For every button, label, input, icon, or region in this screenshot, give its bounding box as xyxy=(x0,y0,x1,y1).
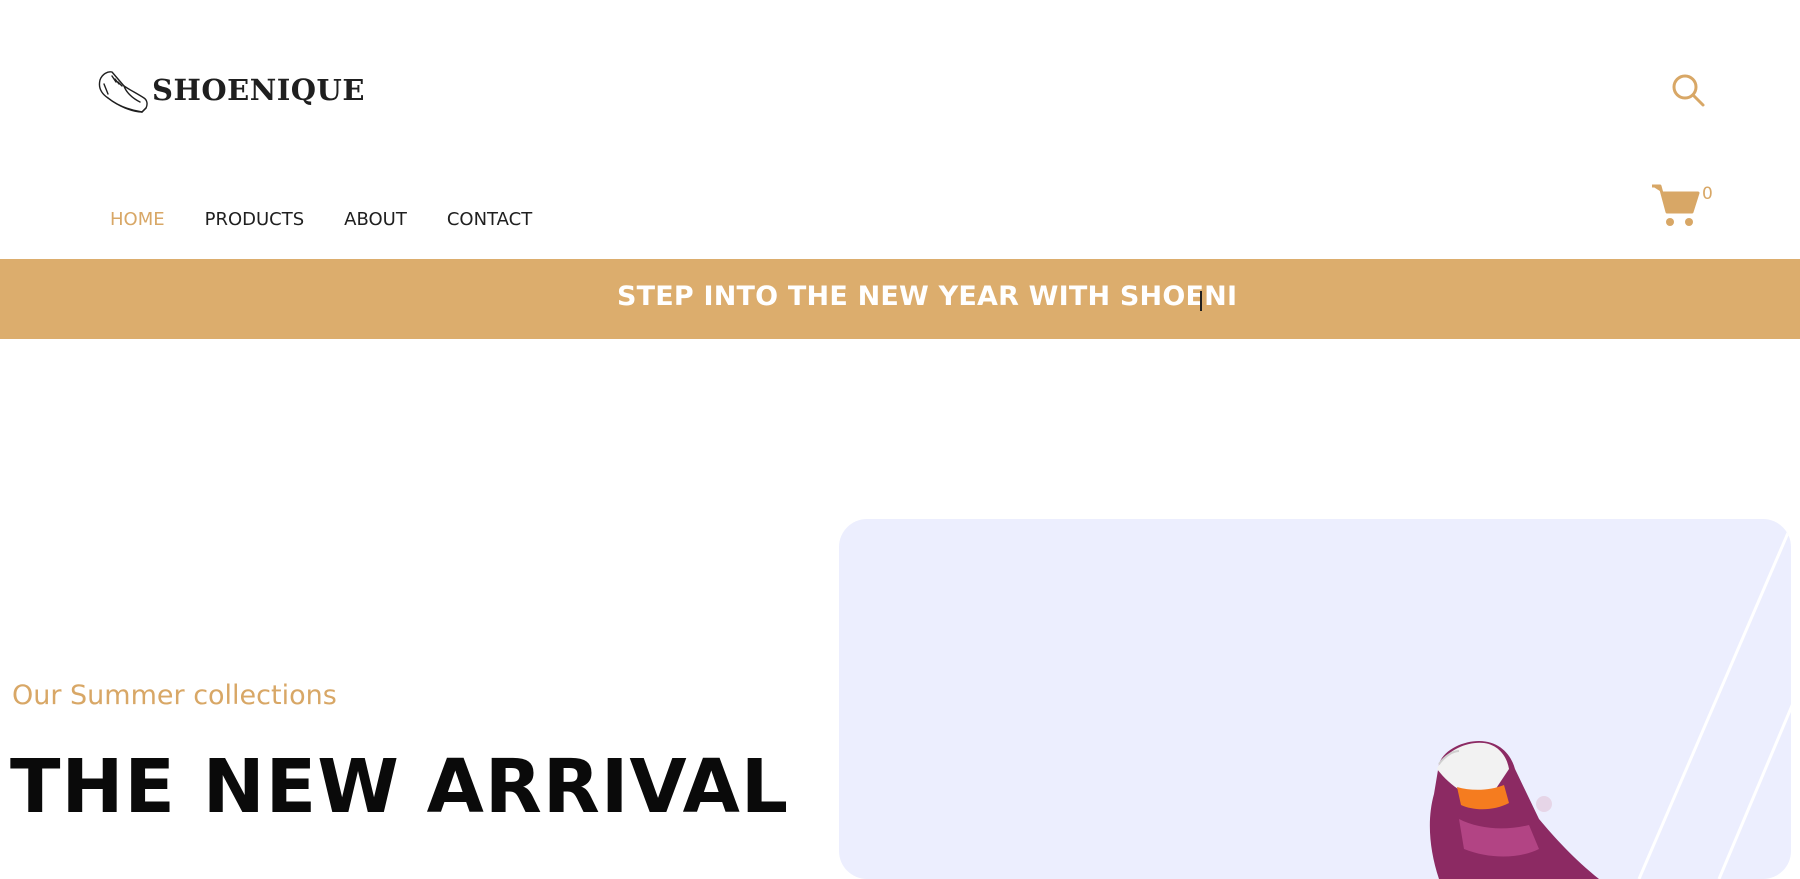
promo-banner: STEP INTO THE NEW YEAR WITH SHOENI xyxy=(0,259,1800,339)
hero-subtitle: Our Summer collections xyxy=(12,680,337,711)
banner-text: STEP INTO THE NEW YEAR WITH SHOENI xyxy=(617,281,1238,312)
hero-image-card xyxy=(839,519,1791,879)
search-button[interactable] xyxy=(1668,70,1708,110)
hero-image xyxy=(1429,522,1791,879)
cart-button[interactable]: 0 xyxy=(1650,182,1720,232)
sneaker-icon xyxy=(98,71,148,113)
cart-count-badge: 0 xyxy=(1702,184,1713,204)
brand-logo[interactable]: SHOENIQUE xyxy=(94,62,365,118)
sneaker-image xyxy=(1429,741,1599,879)
main-nav: HOME PRODUCTS ABOUT CONTACT xyxy=(110,206,572,234)
brand-name: SHOENIQUE xyxy=(152,72,365,107)
nav-item-contact[interactable]: CONTACT xyxy=(447,206,532,234)
search-icon xyxy=(1672,74,1705,107)
nav-item-home[interactable]: HOME xyxy=(110,206,165,234)
hero-title: THE NEW ARRIVAL xyxy=(10,744,790,830)
nav-item-products[interactable]: PRODUCTS xyxy=(205,206,305,234)
site-header: SHOENIQUE HOME PRODUCTS ABOUT CONTACT 0 xyxy=(0,0,1800,259)
nav-item-about[interactable]: ABOUT xyxy=(344,206,407,234)
cart-icon xyxy=(1652,184,1700,226)
typing-cursor xyxy=(1200,291,1202,311)
